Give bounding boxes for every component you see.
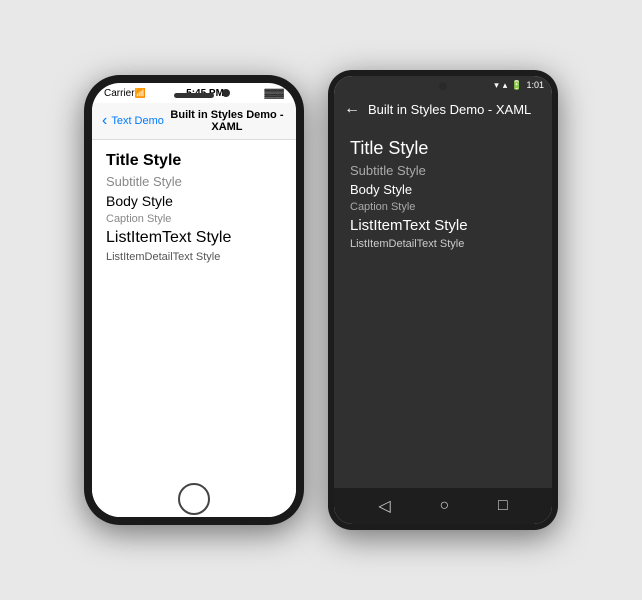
ios-listitem-style-item: ListItemText Style (106, 229, 282, 247)
ios-listdetail-style-item: ListItemDetailText Style (106, 251, 282, 263)
android-listdetail-style-item: ListItemDetailText Style (350, 238, 536, 250)
ios-title-style-item: Title Style (106, 152, 282, 170)
android-home-nav-icon[interactable]: ○ (439, 497, 449, 515)
ios-wifi-icon: 📶 (135, 88, 146, 99)
android-battery-icon: 🔋 (511, 80, 522, 91)
ios-nav-title: Built in Styles Demo - XAML (168, 109, 286, 133)
android-body-style-item: Body Style (350, 182, 536, 197)
android-time: 1:01 (526, 80, 544, 90)
android-title-style-item: Title Style (350, 138, 536, 159)
android-subtitle-style-item: Subtitle Style (350, 163, 536, 178)
android-recent-nav-icon[interactable]: □ (498, 497, 508, 515)
ios-back-arrow-icon[interactable]: ‹ (102, 112, 107, 130)
ios-carrier: Carrier (104, 88, 135, 99)
android-phone: ▾ ▴ 🔋 1:01 ← Built in Styles Demo - XAML… (328, 70, 558, 530)
ios-phone-inner: Carrier 📶 5:45 PM ▓▓▓ ‹ Text Demo Built … (92, 83, 296, 517)
android-caption-style-item: Caption Style (350, 201, 536, 213)
android-content: Title Style Subtitle Style Body Style Ca… (334, 124, 552, 488)
ios-caption-style-item: Caption Style (106, 213, 282, 225)
ios-battery-icon: ▓▓▓ (264, 88, 284, 98)
ios-nav-bar: ‹ Text Demo Built in Styles Demo - XAML (92, 103, 296, 140)
ios-camera (222, 89, 230, 97)
scene: Carrier 📶 5:45 PM ▓▓▓ ‹ Text Demo Built … (64, 50, 578, 550)
ios-phone: Carrier 📶 5:45 PM ▓▓▓ ‹ Text Demo Built … (84, 75, 304, 525)
android-phone-inner: ▾ ▴ 🔋 1:01 ← Built in Styles Demo - XAML… (334, 76, 552, 524)
ios-content: Title Style Subtitle Style Body Style Ca… (92, 140, 296, 517)
android-signal-icon: ▴ (503, 80, 508, 91)
ios-subtitle-style-item: Subtitle Style (106, 174, 282, 189)
android-listitem-style-item: ListItemText Style (350, 217, 536, 234)
ios-speaker (174, 93, 214, 98)
android-back-nav-icon[interactable]: ◁ (378, 496, 390, 516)
ios-back-label[interactable]: Text Demo (111, 115, 164, 127)
android-back-icon[interactable]: ← (344, 100, 360, 118)
android-bottom-nav: ◁ ○ □ (334, 488, 552, 524)
ios-body-style-item: Body Style (106, 193, 282, 209)
android-nav-bar-top: ← Built in Styles Demo - XAML (334, 94, 552, 124)
ios-home-button[interactable] (178, 483, 210, 515)
android-wifi-icon: ▾ (494, 80, 499, 91)
android-camera (439, 82, 447, 90)
android-nav-title: Built in Styles Demo - XAML (368, 102, 531, 117)
